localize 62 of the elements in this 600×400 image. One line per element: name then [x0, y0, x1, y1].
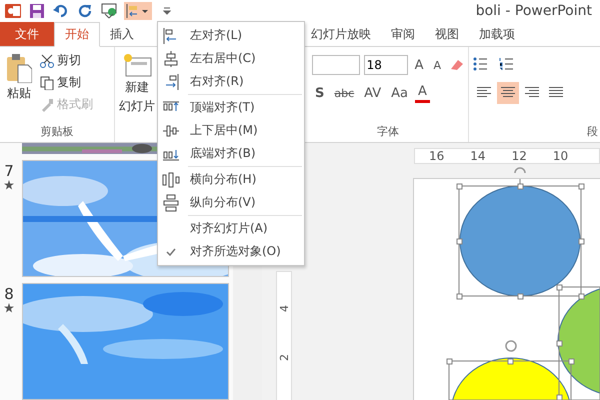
- slide-number: 8: [4, 285, 14, 303]
- menu-item[interactable]: 右对齐(R): [158, 70, 304, 93]
- group-label: 剪贴板: [40, 124, 74, 140]
- rotate-handle-icon[interactable]: [514, 167, 526, 174]
- clipboard-icon: [6, 53, 32, 83]
- text-align-icon: [501, 87, 515, 99]
- align-button[interactable]: [124, 2, 152, 20]
- change-case-button[interactable]: Aa: [388, 84, 411, 102]
- group-label: 字体: [376, 124, 400, 140]
- paste-button[interactable]: 粘贴: [4, 51, 34, 120]
- grow-font-button[interactable]: A: [412, 56, 426, 74]
- rotate-handle-icon[interactable]: [505, 340, 517, 352]
- brush-icon: [40, 98, 54, 112]
- redo-icon[interactable]: [76, 2, 94, 20]
- align-center-icon: [162, 50, 180, 68]
- file-tab[interactable]: 文件: [0, 22, 54, 46]
- font-size-field[interactable]: 18: [364, 55, 408, 75]
- ribbon-tab[interactable]: 开始: [54, 22, 100, 47]
- group-label: 段: [587, 125, 598, 138]
- menu-item[interactable]: 对齐所选对象(O): [158, 240, 304, 263]
- menu-item[interactable]: 纵向分布(V): [158, 191, 304, 214]
- ruler-number: 16: [429, 149, 444, 163]
- menu-item[interactable]: 左对齐(L): [158, 24, 304, 47]
- menu-item[interactable]: 横向分布(H): [158, 168, 304, 191]
- menu-item[interactable]: 左右居中(C): [158, 47, 304, 70]
- ribbon-tab[interactable]: 幻灯片放映: [301, 22, 381, 46]
- ribbon-tab[interactable]: 视图: [425, 22, 469, 46]
- window-title: boli - PowerPoint: [476, 3, 592, 19]
- shrink-font-button[interactable]: A: [430, 58, 444, 72]
- menu-item[interactable]: 对齐幻灯片(A): [158, 217, 304, 240]
- character-spacing-button[interactable]: AV: [361, 84, 384, 102]
- font-name-field[interactable]: [312, 55, 360, 75]
- distribute-horizontal-icon: [162, 170, 180, 188]
- text-align-icon: [477, 87, 491, 99]
- slide-number: 7: [4, 162, 14, 180]
- scissors-icon: [40, 54, 54, 68]
- ruler-number: 14: [470, 149, 486, 163]
- slideshow-icon[interactable]: [100, 2, 118, 20]
- text-align-button[interactable]: [497, 82, 519, 104]
- ruler-number: 4: [278, 305, 290, 312]
- new-slide-button[interactable]: 新建 幻灯片: [117, 51, 157, 138]
- ribbon-tab[interactable]: 加载项: [469, 22, 525, 46]
- strikethrough-button[interactable]: abc: [331, 86, 358, 100]
- shadow-button[interactable]: S: [312, 84, 328, 102]
- undo-icon[interactable]: [52, 2, 70, 20]
- copy-icon: [40, 76, 54, 90]
- menu-item[interactable]: 顶端对齐(T): [158, 96, 304, 119]
- font-color-button[interactable]: A: [414, 84, 430, 102]
- text-align-icon: [549, 87, 563, 99]
- ribbon-tab[interactable]: 插入: [100, 22, 144, 46]
- clipboard-button[interactable]: 复制: [38, 73, 95, 92]
- text-align-icon: [525, 87, 539, 99]
- new-slide-icon: [122, 53, 152, 77]
- clipboard-button[interactable]: 剪切: [38, 51, 95, 70]
- menu-item[interactable]: 上下居中(M): [158, 119, 304, 142]
- distribute-vertical-icon: [162, 194, 180, 212]
- menu-item[interactable]: 底端对齐(B): [158, 142, 304, 165]
- ribbon-tab[interactable]: 审阅: [381, 22, 425, 46]
- save-icon[interactable]: [28, 2, 46, 20]
- ruler-number: 12: [512, 149, 527, 163]
- ruler-number: 2: [278, 354, 290, 361]
- ruler-number: 10: [552, 149, 568, 163]
